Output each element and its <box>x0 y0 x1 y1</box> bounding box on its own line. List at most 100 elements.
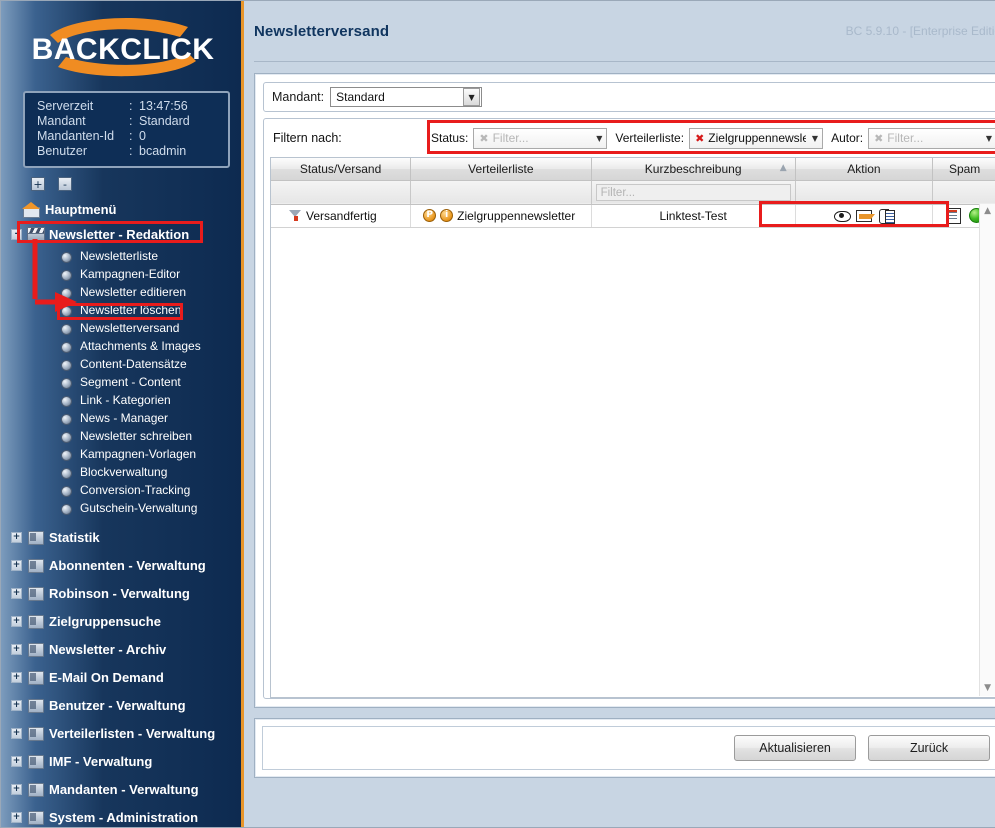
clear-filter-icon[interactable]: ✖ <box>695 132 704 145</box>
sidebar-item-content-datensaetze[interactable]: Content-Datensätze <box>1 355 244 373</box>
expand-toggle-icon[interactable]: + <box>11 727 22 739</box>
bullet-icon <box>57 338 75 354</box>
column-header-aktion[interactable]: Aktion <box>795 158 934 181</box>
kurzbeschreibung-filter-input[interactable]: Filter... <box>595 183 791 201</box>
chevron-down-icon[interactable]: ▼ <box>596 134 602 143</box>
sidebar-item-newsletter-loeschen[interactable]: Newsletter löschen <box>1 301 244 319</box>
refresh-button[interactable]: Aktualisieren <box>734 735 857 761</box>
status-text: Versandfertig <box>306 208 377 223</box>
sidebar-item-label: Newsletter schreiben <box>80 428 193 443</box>
table-row[interactable]: Versandfertig P i Zielgruppennewsletter <box>271 204 995 228</box>
filter-row-label: Filtern nach: <box>273 131 342 145</box>
expand-toggle-icon[interactable]: + <box>11 811 22 823</box>
sidebar-item-label: Robinson - Verwaltung <box>49 585 190 601</box>
sidebar-item-email-on-demand[interactable]: + E-Mail On Demand <box>1 663 244 691</box>
expand-toggle-icon[interactable]: + <box>11 615 22 627</box>
sidebar-item-label: IMF - Verwaltung <box>49 753 153 769</box>
column-header-spam[interactable]: Spam <box>932 158 995 181</box>
mandant-label: Mandant: <box>272 90 325 104</box>
clear-filter-icon[interactable]: ✖ <box>874 132 883 145</box>
main-content: Newsletterversand BC 5.9.10 - [Enterpris… <box>244 1 995 827</box>
filter-status-combo[interactable]: ✖ Filter... ▼ <box>473 127 608 149</box>
sidebar-item-kampagnen-editor[interactable]: Kampagnen-Editor <box>1 265 244 283</box>
priority-badge-icon[interactable]: P <box>423 209 437 222</box>
home-icon <box>22 201 40 218</box>
sidebar-item-label: Zielgruppensuche <box>49 613 161 629</box>
sidebar-item-label: Benutzer - Verwaltung <box>49 697 186 713</box>
sidebar-item-hauptmenu[interactable]: Hauptmenü <box>1 198 244 220</box>
sidebar-item-label: Kampagnen-Vorlagen <box>80 446 197 461</box>
expand-toggle-icon[interactable]: + <box>11 671 22 683</box>
sidebar-item-imf-verwaltung[interactable]: + IMF - Verwaltung <box>1 747 244 775</box>
sidebar-item-news-manager[interactable]: News - Manager <box>1 409 244 427</box>
sidebar-item-newsletter-editieren[interactable]: Newsletter editieren <box>1 283 244 301</box>
sidebar-item-link-kategorien[interactable]: Link - Kategorien <box>1 391 244 409</box>
sidebar-item-newsletterversand[interactable]: Newsletterversand <box>1 319 244 337</box>
back-button[interactable]: Zurück <box>868 735 991 761</box>
column-header-label: Status/Versand <box>299 161 382 176</box>
sidebar-item-newsletter-archiv[interactable]: + Newsletter - Archiv <box>1 635 244 663</box>
column-header-kurzbeschreibung[interactable]: Kurzbeschreibung ▲ <box>591 158 796 181</box>
sidebar-item-gutschein-verwaltung[interactable]: Gutschein-Verwaltung <box>1 499 244 517</box>
filter-verteilerliste-combo[interactable]: ✖ Zielgruppennewsle ▼ <box>689 127 824 149</box>
grid-vertical-scrollbar[interactable]: ▲ ▼ <box>979 204 995 696</box>
chevron-down-icon[interactable]: ▼ <box>463 88 481 106</box>
sidebar-item-verteilerlisten-verwaltung[interactable]: + Verteilerlisten - Verwaltung <box>1 719 244 747</box>
expand-all-button[interactable]: + <box>31 177 45 191</box>
folder-icon <box>26 529 44 545</box>
sidebar-item-newsletterliste[interactable]: Newsletterliste <box>1 247 244 265</box>
sidebar-item-label: Newsletterliste <box>80 248 159 263</box>
sidebar-item-newsletter-redaktion[interactable]: - Newsletter - Redaktion <box>1 223 244 245</box>
filter-verteilerliste-value: Zielgruppennewsle <box>708 131 806 145</box>
clear-filter-icon[interactable]: ✖ <box>479 132 488 145</box>
cell-aktion <box>795 204 934 228</box>
sidebar-item-attachments-images[interactable]: Attachments & Images <box>1 337 244 355</box>
sidebar-item-abonnenten-verwaltung[interactable]: + Abonnenten - Verwaltung <box>1 551 244 579</box>
sidebar-item-mandanten-verwaltung[interactable]: + Mandanten - Verwaltung <box>1 775 244 803</box>
folder-icon <box>26 753 44 769</box>
sidebar-item-system-administration[interactable]: + System - Administration <box>1 803 244 827</box>
sidebar-item-label: Abonnenten - Verwaltung <box>49 557 206 573</box>
info-sep: : <box>129 114 133 128</box>
expand-toggle-icon[interactable]: + <box>11 783 22 795</box>
collapse-all-button[interactable]: - <box>58 177 72 191</box>
send-mail-icon[interactable] <box>855 209 875 223</box>
expand-toggle-icon[interactable]: + <box>11 699 22 711</box>
copy-document-icon[interactable] <box>878 208 895 224</box>
newsletter-grid: Status/Versand Verteilerliste Kurzbeschr… <box>270 157 995 698</box>
application-window: BACKCLICK Serverzeit : 13:47:56 Mandant … <box>0 0 995 828</box>
sidebar-item-conversion-tracking[interactable]: Conversion-Tracking <box>1 481 244 499</box>
scroll-down-arrow-icon[interactable]: ▼ <box>984 684 991 693</box>
footer-button-bar: Aktualisieren Zurück <box>262 726 995 770</box>
column-header-verteilerliste[interactable]: Verteilerliste <box>410 158 592 181</box>
spam-report-icon[interactable] <box>946 208 962 224</box>
collapse-toggle-icon[interactable]: - <box>11 228 22 240</box>
sidebar-item-kampagnen-vorlagen[interactable]: Kampagnen-Vorlagen <box>1 445 244 463</box>
filter-autor-combo[interactable]: ✖ Filter... ▼ <box>868 127 995 149</box>
column-filter-cell-aktion <box>795 180 934 205</box>
sidebar-item-zielgruppensuche[interactable]: + Zielgruppensuche <box>1 607 244 635</box>
sidebar-item-newsletter-schreiben[interactable]: Newsletter schreiben <box>1 427 244 445</box>
scroll-up-arrow-icon[interactable]: ▲ <box>984 207 991 216</box>
expand-toggle-icon[interactable]: + <box>11 559 22 571</box>
info-badge-icon[interactable]: i <box>440 209 454 222</box>
sidebar-item-robinson-verwaltung[interactable]: + Robinson - Verwaltung <box>1 579 244 607</box>
svg-text:BACKCLICK: BACKCLICK <box>31 33 214 66</box>
preview-eye-icon[interactable] <box>833 209 851 222</box>
expand-toggle-icon[interactable]: + <box>11 531 22 543</box>
sidebar-item-label: Mandanten - Verwaltung <box>49 781 199 797</box>
sidebar-item-label: Kampagnen-Editor <box>80 266 181 281</box>
sidebar-item-statistik[interactable]: + Statistik <box>1 523 244 551</box>
sidebar-item-segment-content[interactable]: Segment - Content <box>1 373 244 391</box>
sidebar-item-blockverwaltung[interactable]: Blockverwaltung <box>1 463 244 481</box>
chevron-down-icon[interactable]: ▼ <box>812 134 818 143</box>
expand-toggle-icon[interactable]: + <box>11 587 22 599</box>
mandant-select[interactable]: Standard ▼ <box>330 87 483 107</box>
chevron-down-icon[interactable]: ▼ <box>986 134 992 143</box>
sidebar-item-label: Content-Datensätze <box>80 356 187 371</box>
folder-icon <box>26 613 44 629</box>
expand-toggle-icon[interactable]: + <box>11 643 22 655</box>
sidebar-item-benutzer-verwaltung[interactable]: + Benutzer - Verwaltung <box>1 691 244 719</box>
column-header-status-versand[interactable]: Status/Versand <box>271 158 412 181</box>
expand-toggle-icon[interactable]: + <box>11 755 22 767</box>
